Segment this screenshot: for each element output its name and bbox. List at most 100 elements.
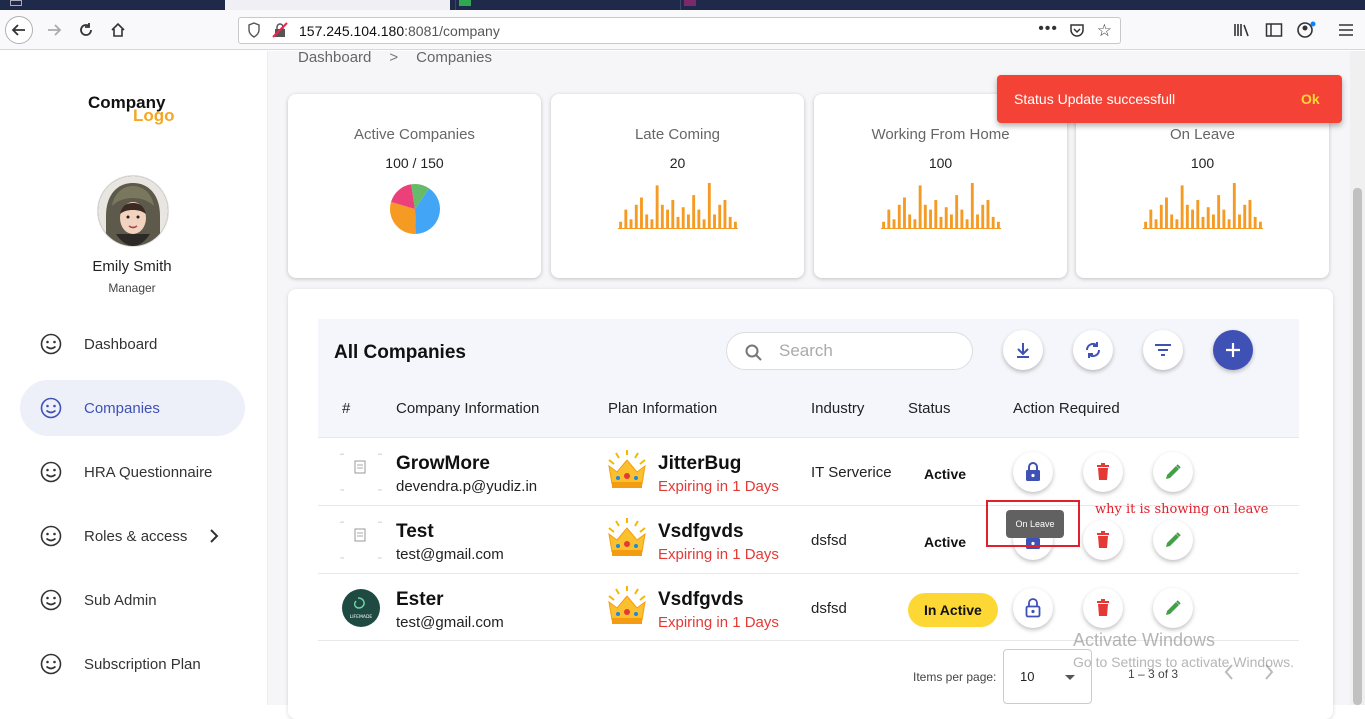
status-badge[interactable]: Active — [908, 457, 982, 491]
edit-button[interactable] — [1153, 452, 1193, 492]
chart-bar — [655, 185, 659, 229]
items-per-page-label: Items per page: — [913, 670, 997, 684]
chart-bar — [986, 199, 989, 229]
company-logo[interactable]: Company Logo — [88, 94, 175, 124]
page-scrollbar[interactable] — [1350, 51, 1365, 705]
plan-name: Vsdfgvds — [658, 521, 744, 542]
breadcrumb-separator: > — [389, 49, 399, 66]
sidebar-item-subscription-plan[interactable]: Subscription Plan — [20, 636, 245, 692]
back-icon[interactable] — [5, 16, 33, 44]
chart-bar — [1253, 216, 1257, 229]
pocket-icon[interactable] — [1069, 23, 1085, 38]
smiley-icon — [40, 397, 62, 419]
edit-button[interactable] — [1153, 588, 1193, 628]
status-badge[interactable]: In Active — [908, 593, 998, 627]
reload-icon[interactable] — [72, 16, 100, 44]
chart-bar — [1190, 209, 1194, 229]
company-name[interactable]: Ester — [396, 589, 444, 611]
sidebar-item-companies[interactable]: Companies — [20, 380, 245, 436]
delete-button[interactable] — [1083, 588, 1123, 628]
stat-card-title: On Leave — [1169, 126, 1236, 143]
sidebar-item-sub-admin[interactable]: Sub Admin — [20, 572, 245, 628]
chart-bar — [686, 214, 690, 229]
search-box[interactable] — [726, 332, 973, 370]
chart-bar — [691, 195, 695, 229]
delete-button[interactable] — [1083, 520, 1123, 560]
windows-activation-hint: Go to Settings to activate Windows. — [1073, 654, 1294, 670]
unlock-button[interactable] — [1013, 588, 1053, 628]
insecure-lock-icon[interactable] — [272, 22, 288, 38]
sidebar-item-dashboard[interactable]: Dashboard — [20, 316, 245, 372]
bar-chart — [1142, 183, 1263, 229]
sidebar-item-roles-access[interactable]: Roles & access — [20, 508, 245, 564]
smiley-icon — [40, 589, 62, 611]
account-icon[interactable] — [1294, 18, 1318, 42]
chart-bar — [1201, 216, 1204, 229]
refresh-button[interactable] — [1073, 330, 1113, 370]
browser-tab-strip — [0, 0, 1365, 10]
column-header: Company Information — [396, 400, 540, 417]
stat-card-title: Working From Home — [871, 126, 1010, 143]
chart-bar — [959, 209, 963, 229]
lock-button[interactable] — [1013, 452, 1053, 492]
avatar — [98, 176, 168, 246]
chart-bar — [629, 219, 632, 229]
plan-expiry: Expiring in 1 Days — [658, 614, 779, 631]
chart-bar — [1180, 185, 1184, 229]
chart-bar — [1185, 204, 1189, 229]
table-header: All Companies # Company Information Plan… — [318, 319, 1299, 437]
crown-icon — [608, 518, 646, 556]
browser-tab[interactable] — [680, 0, 900, 10]
shield-icon[interactable] — [247, 22, 261, 38]
home-icon[interactable] — [104, 16, 132, 44]
address-bar[interactable]: 157.245.104.180:8081/company ••• ☆ — [238, 17, 1121, 44]
edit-button[interactable] — [1153, 520, 1193, 560]
scrollbar-thumb[interactable] — [1353, 188, 1362, 705]
browser-tab[interactable] — [455, 0, 675, 10]
sidebar-item-hra-questionnaire[interactable]: HRA Questionnaire — [20, 444, 245, 500]
download-button[interactable] — [1003, 330, 1043, 370]
forward-icon[interactable] — [40, 16, 68, 44]
page-actions-icon[interactable]: ••• — [1038, 20, 1058, 38]
chart-bar — [965, 219, 969, 229]
trash-icon — [1097, 599, 1109, 616]
stat-card-title: Late Coming — [634, 126, 721, 143]
stat-card-value: 100 — [1190, 155, 1215, 171]
chart-bar — [1216, 195, 1220, 229]
plan-name: JitterBug — [658, 453, 742, 474]
chart-bar — [634, 204, 638, 229]
trash-icon — [1097, 531, 1109, 548]
menu-icon[interactable] — [1334, 18, 1358, 42]
filter-button[interactable] — [1143, 330, 1183, 370]
add-company-button[interactable] — [1213, 330, 1253, 370]
chart-bar — [980, 204, 984, 229]
chart-bar — [676, 216, 679, 229]
toast-ok-button[interactable]: Ok — [1301, 91, 1320, 107]
column-header: Plan Information — [608, 400, 718, 417]
plan-name: Vsdfgvds — [658, 589, 744, 610]
company-name[interactable]: GrowMore — [396, 453, 490, 475]
industry: dsfsd — [811, 600, 847, 617]
status-badge[interactable]: Active — [908, 525, 982, 559]
chart-bar — [665, 209, 669, 229]
browser-toolbar: 157.245.104.180:8081/company ••• ☆ — [0, 10, 1365, 50]
company-name[interactable]: Test — [396, 521, 434, 543]
library-icon[interactable] — [1230, 18, 1254, 42]
browser-tab-active[interactable] — [225, 0, 450, 10]
breadcrumb-link-dashboard[interactable]: Dashboard — [298, 49, 371, 66]
sidebar-toggle-icon[interactable] — [1262, 18, 1286, 42]
chevron-right-icon[interactable] — [208, 525, 220, 547]
chart-bar — [1242, 204, 1246, 229]
search-input[interactable] — [779, 339, 959, 363]
chart-bar — [1211, 214, 1215, 229]
chart-bar — [623, 209, 627, 229]
company-email: test@gmail.com — [396, 546, 504, 563]
chart-bar — [886, 209, 890, 229]
chart-bar — [723, 199, 726, 229]
delete-button[interactable] — [1083, 452, 1123, 492]
bookmark-star-icon[interactable]: ☆ — [1097, 21, 1112, 41]
chart-bar — [1143, 221, 1147, 229]
lock-icon — [1026, 462, 1040, 481]
industry: IT Serverice — [811, 464, 892, 481]
chart-bar — [881, 221, 885, 229]
